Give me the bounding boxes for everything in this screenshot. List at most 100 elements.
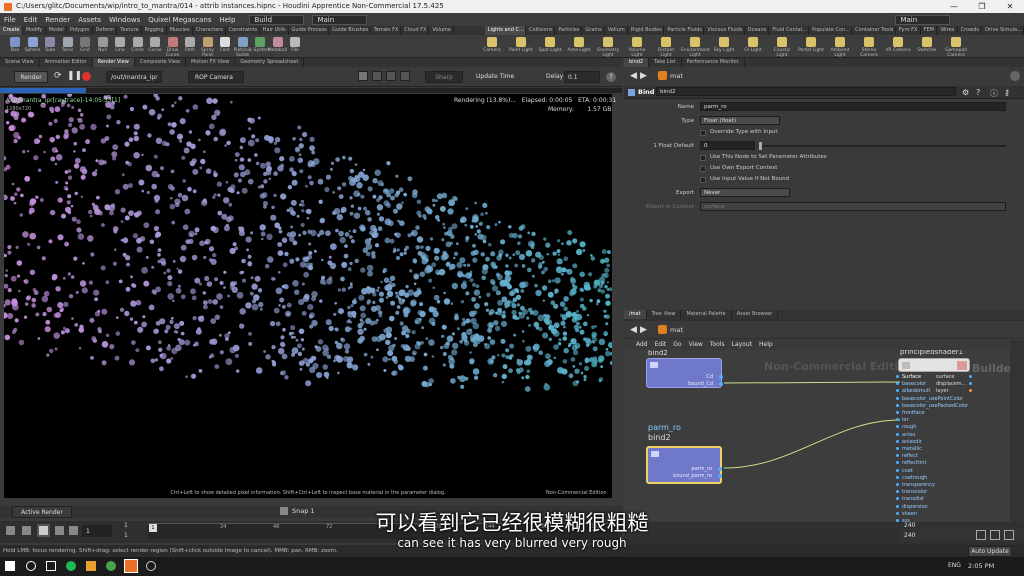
shelf-tab[interactable]: Rigging <box>142 26 167 35</box>
network-tab[interactable]: Material Palette <box>681 310 732 319</box>
shader-input-dot[interactable] <box>896 439 899 443</box>
network-tab[interactable]: /mat <box>624 310 647 319</box>
shelf-tool[interactable]: Switcher <box>913 36 941 53</box>
shelf-tab[interactable]: Viscous Fluids <box>704 26 745 35</box>
name-field[interactable]: parm_ro <box>700 102 1006 111</box>
network-menu-item[interactable]: Layout <box>732 339 752 350</box>
node-name-field[interactable]: bind2 <box>656 87 956 96</box>
shelf-tool[interactable]: Caustic Light <box>768 36 796 58</box>
shelf-tab[interactable]: Create <box>0 26 23 35</box>
shelf-tool[interactable]: Spot Light <box>536 36 564 53</box>
network-menu-item[interactable]: View <box>689 339 703 350</box>
houdini-taskbar-icon[interactable] <box>124 559 138 573</box>
render-button[interactable]: Render <box>14 71 48 83</box>
menu-edit[interactable]: Edit <box>24 16 38 24</box>
shelf-set-select[interactable]: Main <box>312 14 368 25</box>
desktop-select[interactable]: Build <box>249 14 305 25</box>
refresh-icon[interactable]: ⟳ <box>54 71 62 81</box>
shelf-tool[interactable]: Environment Light <box>681 36 710 58</box>
shelf-tab[interactable]: Container Tools <box>852 26 896 35</box>
shelf-tab[interactable]: Drive Simula... <box>982 26 1024 35</box>
shader-input-dot[interactable] <box>896 468 899 472</box>
shelf-tab[interactable]: FEM <box>921 26 938 35</box>
shelf-tab[interactable]: Guide Brushes <box>329 26 371 35</box>
network-menu-item[interactable]: Add <box>636 339 648 350</box>
node2-output-dot[interactable] <box>718 467 722 471</box>
shader-input-dot[interactable] <box>896 475 899 479</box>
left-tab[interactable]: Motion FX View <box>186 58 236 67</box>
shelf-tab[interactable]: Lights and C... <box>484 26 526 35</box>
shader-output-dot[interactable] <box>969 382 972 385</box>
shelf-tab[interactable]: Collisions <box>526 26 556 35</box>
close-button[interactable]: ✕ <box>996 0 1024 13</box>
shelf-tab[interactable]: Fluid Contai... <box>769 26 810 35</box>
node2-output-dot-2[interactable] <box>718 474 722 478</box>
shelf-tab[interactable]: Texture <box>117 26 142 35</box>
help-node-icon[interactable]: ? <box>976 88 980 97</box>
principled-shader-node[interactable] <box>898 358 970 372</box>
render-viewport[interactable] <box>4 94 612 498</box>
shelf-tab[interactable]: Modify <box>23 26 46 35</box>
shelf-tab[interactable]: Wires <box>937 26 958 35</box>
shader-input-dot[interactable] <box>896 432 899 436</box>
network-menu-item[interactable]: Tools <box>710 339 725 350</box>
menu-render[interactable]: Render <box>45 16 70 24</box>
shelf-tab[interactable]: Pyro FX <box>896 26 921 35</box>
node1-output-dot[interactable] <box>719 375 723 379</box>
update-time-label[interactable]: Update Time <box>476 73 514 80</box>
info-icon[interactable]: ⓘ <box>990 88 998 99</box>
slider-handle[interactable] <box>759 142 762 150</box>
search-icon[interactable] <box>26 561 36 571</box>
param-tab[interactable]: Take List <box>649 58 682 67</box>
shelf-tab[interactable]: Constraints <box>226 26 260 35</box>
menu-windows[interactable]: Windows <box>109 16 140 24</box>
task-view-icon[interactable] <box>46 561 56 571</box>
param-tab[interactable]: bind2 <box>624 58 650 67</box>
shelf-tab[interactable]: Rigid Bodies <box>628 26 665 35</box>
export-select[interactable]: Never <box>700 188 790 197</box>
shelf-tab[interactable]: Hair Utils <box>260 26 289 35</box>
shader-input-dot[interactable] <box>896 447 899 450</box>
shader-input-dot[interactable] <box>896 504 899 508</box>
chrome-icon[interactable] <box>106 561 116 571</box>
spotify-icon[interactable] <box>66 561 76 571</box>
network-menu-item[interactable]: Go <box>673 339 681 350</box>
node1-output-dot-2[interactable] <box>719 382 723 386</box>
shelf-tool[interactable]: Camera <box>478 36 506 53</box>
shelf-tab[interactable]: Model <box>46 26 67 35</box>
left-tab[interactable]: Render View <box>92 58 135 67</box>
region-icon[interactable] <box>358 71 368 81</box>
network-tab[interactable]: Asset Browser <box>732 310 779 319</box>
menu-assets[interactable]: Assets <box>78 16 101 24</box>
override-checkbox[interactable] <box>700 130 706 136</box>
shelf-tab[interactable]: Vellum <box>605 26 628 35</box>
stop-icon[interactable] <box>82 72 91 81</box>
left-tab[interactable]: Geometry Spreadsheet <box>235 58 305 67</box>
net-forward-icon[interactable]: ▶ <box>640 325 647 335</box>
menu-quixel[interactable]: Quixel Megascans <box>148 16 211 24</box>
sharp-select[interactable]: Sharp <box>425 71 463 83</box>
gear-icon[interactable]: ⚙ <box>962 88 969 97</box>
context-select[interactable]: surface <box>700 202 1006 211</box>
pin-icon[interactable] <box>1010 71 1020 81</box>
snapshot-icon[interactable] <box>386 71 396 81</box>
camera-select[interactable]: ROP Camera <box>188 71 244 83</box>
parameter-path[interactable]: mat <box>670 72 683 80</box>
network-tab[interactable]: Tree View <box>647 310 682 319</box>
shelf-tool[interactable]: Area Light <box>565 36 593 53</box>
shelf-tab[interactable]: Guide Process <box>289 26 330 35</box>
shelf-tab[interactable]: Populate Con... <box>809 26 853 35</box>
network-menu-item[interactable]: Edit <box>655 339 667 350</box>
shelf-tool[interactable]: Gamepad Camera <box>942 36 970 58</box>
menu-file[interactable]: File <box>4 16 16 24</box>
shelf-tool[interactable]: File <box>284 36 306 53</box>
shelf-tool[interactable]: Stereo Camera <box>855 36 883 58</box>
shader-input-dot[interactable] <box>896 396 899 400</box>
back-icon[interactable]: ◀ <box>630 71 637 81</box>
shelf-tool[interactable]: Ambient Light <box>826 36 854 58</box>
shelf-tab[interactable]: Crowds <box>958 26 983 35</box>
shader-output-dot[interactable] <box>969 389 972 392</box>
use-export-checkbox[interactable] <box>700 166 706 172</box>
shelf-tool[interactable]: Volume Light <box>623 36 651 58</box>
folder-icon[interactable] <box>86 561 96 571</box>
